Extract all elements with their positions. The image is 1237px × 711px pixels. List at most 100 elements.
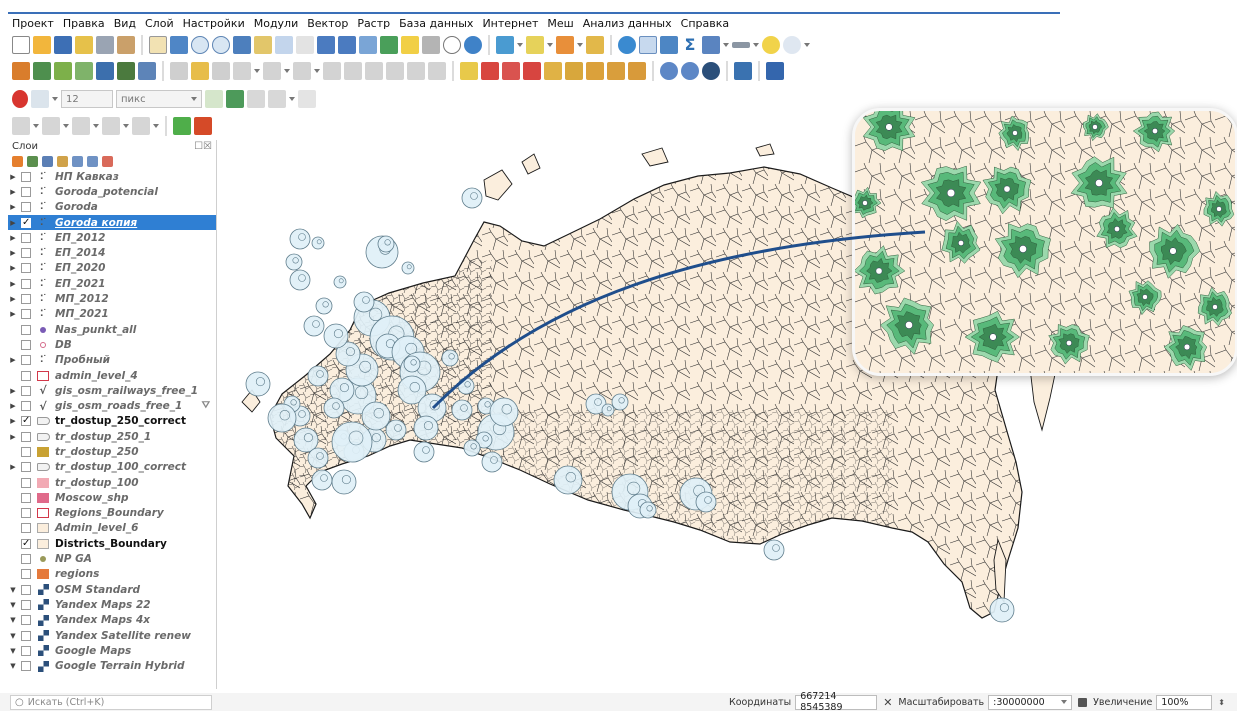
refresh-icon[interactable] [464,36,482,54]
layer-item[interactable]: ▶ tr_dostup_250_1 [8,429,216,444]
select-value-icon[interactable] [132,117,150,135]
toggle-extents-icon[interactable]: ✕ [883,696,892,709]
layer-item[interactable]: ▶ ✓ tr_dostup_250_correct [8,414,216,429]
layer-visibility-checkbox[interactable] [21,446,31,457]
add-postgis-icon[interactable] [96,62,114,80]
layer-visibility-checkbox[interactable] [21,584,31,595]
layer-visibility-checkbox[interactable] [21,523,31,534]
layer-item[interactable]: ▶ ⁚˙ МП_2021 [8,307,216,322]
layer-visibility-checkbox[interactable] [21,477,31,488]
layer-visibility-checkbox[interactable]: ✓ [21,217,31,228]
current-edits-icon[interactable] [170,62,188,80]
quickmapservices-search-icon[interactable] [681,62,699,80]
locate-layer-icon[interactable] [173,117,191,135]
locator-search[interactable]: ○ Искать (Ctrl+K) [10,694,212,710]
layer-visibility-checkbox[interactable] [21,661,31,672]
layer-visibility-checkbox[interactable]: ✓ [21,538,31,549]
scale-select[interactable]: :30000000 [988,694,1073,710]
label-show-hide-icon[interactable] [523,62,541,80]
layer-item[interactable]: ▶ ✓ ⁚˙ Goroda копия [8,214,216,231]
expand-arrow-icon[interactable]: ▼ [8,647,18,655]
snap-extra-icon[interactable] [298,90,316,108]
layer-item[interactable]: tr_dostup_100 [8,475,216,490]
layer-visibility-checkbox[interactable]: ✓ [21,416,31,427]
layer-visibility-checkbox[interactable] [21,599,31,610]
layer-item[interactable]: DB [8,337,216,352]
layer-item[interactable]: ▶ ⁚˙ Goroda_potencial [8,184,216,199]
zoom-last-icon[interactable] [317,36,335,54]
layer-visibility-checkbox[interactable] [21,355,31,366]
layer-visibility-checkbox[interactable] [21,294,31,305]
layer-visibility-checkbox[interactable] [21,401,31,412]
attribute-table-icon[interactable] [639,36,657,54]
bookmark-icon[interactable] [401,36,419,54]
map-tips-icon[interactable] [762,36,780,54]
expand-arrow-icon[interactable]: ▶ [8,264,18,272]
layer-visibility-checkbox[interactable] [21,324,31,335]
redo-icon[interactable] [428,62,446,80]
layer-item[interactable]: ▼ Yandex Maps 22 [8,597,216,612]
layer-item[interactable]: ▶ ⁚˙ ЕП_2012 [8,230,216,245]
select-polygon-icon[interactable] [42,117,60,135]
deselect-features-icon[interactable] [556,36,574,54]
style-manager-icon[interactable] [117,36,135,54]
expand-arrow-icon[interactable]: ▶ [8,203,18,211]
layer-item[interactable]: ▶ ⁚˙ МП_2012 [8,291,216,306]
lock-scale-icon[interactable] [1078,697,1088,707]
snapping-mode-icon[interactable] [31,90,49,108]
menu-item-10[interactable]: Меш [547,17,573,30]
new-map-view-icon[interactable] [359,36,377,54]
statistics-sum-icon[interactable]: Σ [681,36,699,54]
layer-visibility-checkbox[interactable] [21,615,31,626]
expand-arrow-icon[interactable]: ▶ [8,463,18,471]
layer-visibility-checkbox[interactable] [21,248,31,259]
layer-visibility-checkbox[interactable] [21,462,31,473]
modify-attributes-icon[interactable] [293,62,311,80]
layer-item[interactable]: ▼ OSM Standard [8,582,216,597]
layer-item[interactable]: ▶ √ gis_osm_roads_free_1 ⛛ [8,398,216,413]
expand-arrow-icon[interactable]: ▶ [8,387,18,395]
add-delimited-text-icon[interactable] [75,62,93,80]
search-tool-icon[interactable] [783,36,801,54]
layer-item[interactable]: Nas_punkt_all [8,322,216,337]
layer-item[interactable]: Moscow_shp [8,490,216,505]
add-raster-layer-icon[interactable] [54,62,72,80]
layer-item[interactable]: regions [8,567,216,582]
snap-topology-icon[interactable] [205,90,223,108]
zoom-to-layer-icon[interactable] [275,36,293,54]
undo-icon[interactable] [407,62,425,80]
expand-arrow-icon[interactable]: ▼ [8,616,18,624]
label-pin-icon[interactable] [481,62,499,80]
menu-item-4[interactable]: Настройки [183,17,245,30]
delete-selected-icon[interactable] [323,62,341,80]
snapping-magnet-icon[interactable] [12,90,28,108]
layer-visibility-checkbox[interactable] [21,309,31,320]
panel-float-close-buttons[interactable]: ☐☒ [194,141,212,152]
menu-item-12[interactable]: Справка [681,17,729,30]
save-edits-icon[interactable] [212,62,230,80]
layer-item[interactable]: NP GA [8,551,216,566]
label-tool-icon[interactable] [460,62,478,80]
snap-tracing-icon[interactable] [268,90,286,108]
layer-item[interactable]: ▶ ⁚˙ ЕП_2021 [8,276,216,291]
layer-visibility-checkbox[interactable] [21,645,31,656]
select-rectangle-icon[interactable] [12,117,30,135]
zoom-in-icon[interactable] [191,36,209,54]
pan-to-selection-icon[interactable] [170,36,188,54]
layer-item[interactable]: ▼ Google Maps [8,643,216,658]
expand-arrow-icon[interactable]: ▼ [8,662,18,670]
snap-close-icon[interactable] [247,90,265,108]
layout-manager-icon[interactable] [96,36,114,54]
expand-arrow-icon[interactable]: ▼ [8,601,18,609]
layer-item[interactable]: ▶ ⁚˙ Пробный [8,353,216,368]
filter-icon[interactable]: ⛛ [202,400,210,411]
layer-visibility-checkbox[interactable] [21,263,31,274]
cut-features-icon[interactable] [344,62,362,80]
expand-arrow-icon[interactable]: ▶ [8,280,18,288]
expand-arrow-icon[interactable]: ▼ [8,632,18,640]
identify-features-icon[interactable] [496,36,514,54]
layer-item[interactable]: ▼ Google Terrain Hybrid [8,659,216,674]
expand-arrow-icon[interactable]: ▼ [8,586,18,594]
select-by-value-icon[interactable] [586,36,604,54]
show-bookmarks-icon[interactable] [422,36,440,54]
